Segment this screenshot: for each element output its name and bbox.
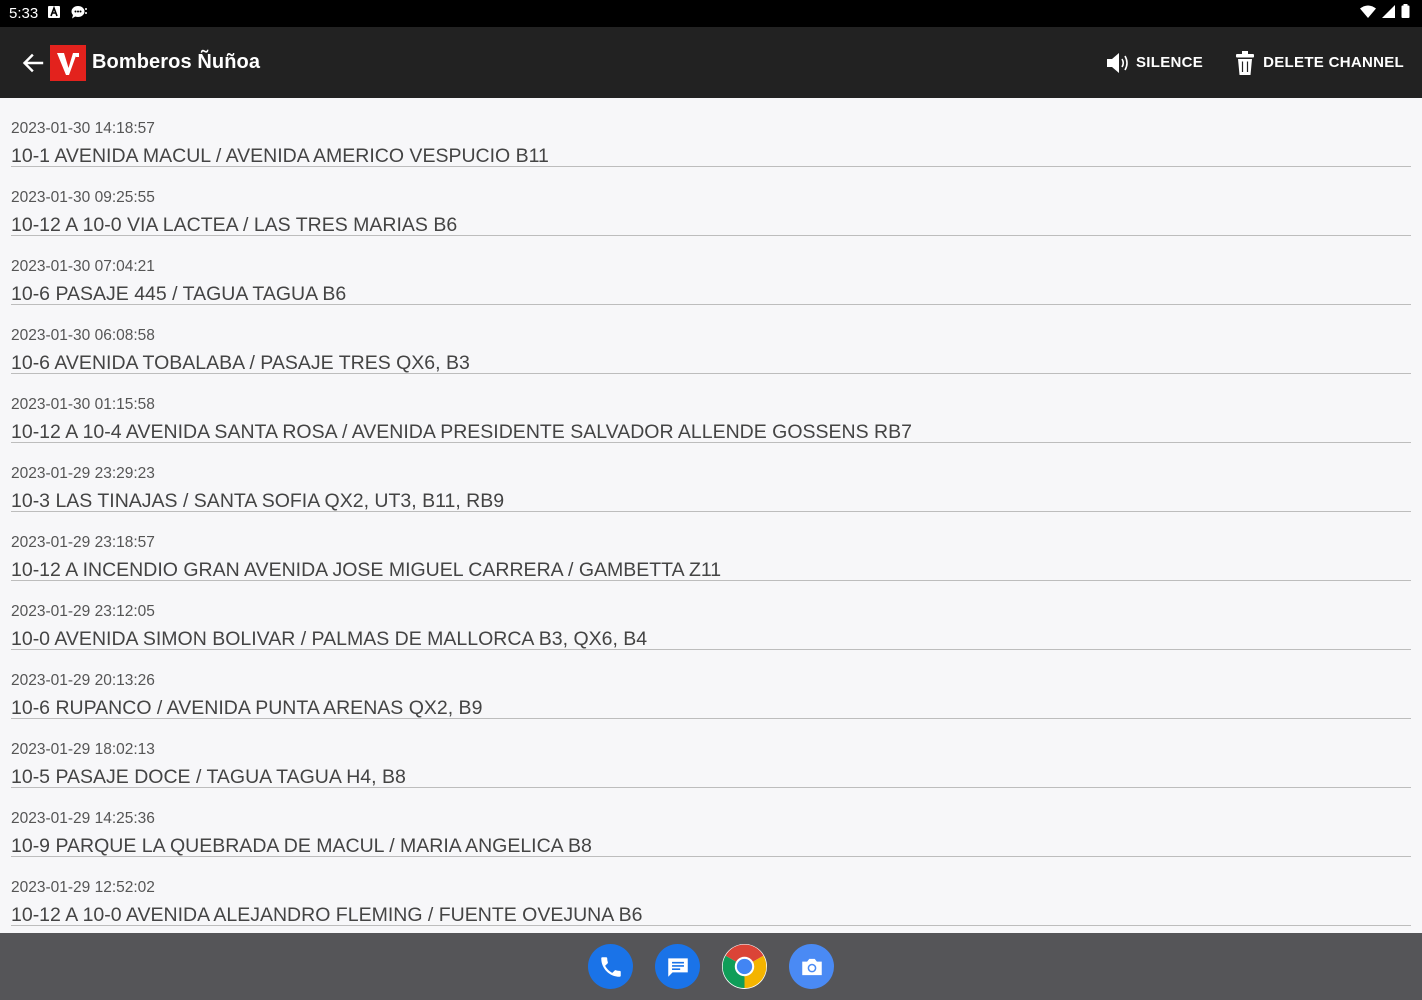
messages-app-button[interactable] xyxy=(655,944,700,989)
item-message: 10-9 PARQUE LA QUEBRADA DE MACUL / MARIA… xyxy=(11,835,592,857)
item-message: 10-3 LAS TINAJAS / SANTA SOFIA QX2, UT3,… xyxy=(11,490,505,512)
chat-notification-icon xyxy=(70,5,88,23)
list-item[interactable]: 2023-01-29 14:25:36 10-9 PARQUE LA QUEBR… xyxy=(11,788,1411,857)
item-message: 10-12 A 10-4 AVENIDA SANTA ROSA / AVENID… xyxy=(11,421,912,443)
list-item[interactable]: 2023-01-29 23:12:05 10-0 AVENIDA SIMON B… xyxy=(11,581,1411,650)
list-item[interactable]: 2023-01-29 23:18:57 10-12 A INCENDIO GRA… xyxy=(11,512,1411,581)
delete-channel-button[interactable]: DELETE CHANNEL xyxy=(1221,27,1422,98)
delete-channel-label: DELETE CHANNEL xyxy=(1263,54,1404,71)
cell-signal-icon xyxy=(1382,4,1395,23)
item-message: 10-12 A 10-0 AVENIDA ALEJANDRO FLEMING /… xyxy=(11,904,643,926)
item-message: 10-6 AVENIDA TOBALABA / PASAJE TRES QX6,… xyxy=(11,352,470,374)
list-item[interactable]: 2023-01-29 20:13:26 10-6 RUPANCO / AVENI… xyxy=(11,650,1411,719)
phone-app-button[interactable] xyxy=(588,944,633,989)
wifi-icon xyxy=(1360,5,1376,23)
chrome-app-button[interactable] xyxy=(722,944,767,989)
status-bar: 5:33 xyxy=(0,0,1422,27)
item-timestamp: 2023-01-30 14:18:57 xyxy=(11,120,155,137)
status-time: 5:33 xyxy=(9,5,39,22)
arrow-back-icon xyxy=(22,53,44,72)
item-timestamp: 2023-01-30 01:15:58 xyxy=(11,396,155,413)
status-right xyxy=(1360,4,1410,23)
app-logo xyxy=(50,44,86,81)
chrome-icon xyxy=(722,944,767,988)
list-item[interactable]: 2023-01-30 01:15:58 10-12 A 10-4 AVENIDA… xyxy=(11,374,1411,443)
phone-icon xyxy=(600,956,621,977)
battery-icon xyxy=(1401,4,1410,23)
item-message: 10-6 RUPANCO / AVENIDA PUNTA ARENAS QX2,… xyxy=(11,697,483,719)
item-timestamp: 2023-01-29 18:02:13 xyxy=(11,741,155,758)
list-item[interactable]: 2023-01-30 06:08:58 10-6 AVENIDA TOBALAB… xyxy=(11,305,1411,374)
toolbar-actions: SILENCE DELETE CHANNEL xyxy=(1092,27,1422,98)
item-message: 10-0 AVENIDA SIMON BOLIVAR / PALMAS DE M… xyxy=(11,628,648,650)
notification-a-icon xyxy=(47,5,61,23)
item-message: 10-12 A INCENDIO GRAN AVENIDA JOSE MIGUE… xyxy=(11,559,722,581)
list-item[interactable]: 2023-01-30 09:25:55 10-12 A 10-0 VIA LAC… xyxy=(11,167,1411,236)
trash-icon xyxy=(1236,50,1255,75)
item-timestamp: 2023-01-29 23:18:57 xyxy=(11,534,155,551)
status-left: 5:33 xyxy=(9,5,88,23)
camera-app-button[interactable] xyxy=(789,944,834,989)
item-timestamp: 2023-01-29 20:13:26 xyxy=(11,672,155,689)
list-item[interactable]: 2023-01-30 14:18:57 10-1 AVENIDA MACUL /… xyxy=(11,98,1411,167)
message-list[interactable]: 2023-01-30 14:18:57 10-1 AVENIDA MACUL /… xyxy=(0,98,1422,933)
app-bar: Bomberos Ñuñoa SILENCE DELETE CHANNEL xyxy=(0,27,1422,98)
messages-icon xyxy=(667,957,688,977)
item-timestamp: 2023-01-29 14:25:36 xyxy=(11,810,155,827)
item-message: 10-6 PASAJE 445 / TAGUA TAGUA B6 xyxy=(11,283,347,305)
item-timestamp: 2023-01-30 07:04:21 xyxy=(11,258,155,275)
silence-label: SILENCE xyxy=(1136,54,1204,71)
volume-icon xyxy=(1107,52,1128,73)
camera-icon xyxy=(801,958,822,975)
app-title: Bomberos Ñuñoa xyxy=(92,51,261,73)
item-timestamp: 2023-01-30 06:08:58 xyxy=(11,327,155,344)
item-timestamp: 2023-01-30 09:25:55 xyxy=(11,189,155,206)
silence-button[interactable]: SILENCE xyxy=(1092,27,1221,98)
list-item[interactable]: 2023-01-30 07:04:21 10-6 PASAJE 445 / TA… xyxy=(11,236,1411,305)
back-button[interactable] xyxy=(17,47,49,79)
list-item[interactable]: 2023-01-29 18:02:13 10-5 PASAJE DOCE / T… xyxy=(11,719,1411,788)
item-message: 10-12 A 10-0 VIA LACTEA / LAS TRES MARIA… xyxy=(11,214,458,236)
taskbar xyxy=(0,933,1422,1000)
item-timestamp: 2023-01-29 23:29:23 xyxy=(11,465,155,482)
list-item[interactable]: 2023-01-29 23:29:23 10-3 LAS TINAJAS / S… xyxy=(11,443,1411,512)
item-timestamp: 2023-01-29 12:52:02 xyxy=(11,879,155,896)
item-message: 10-1 AVENIDA MACUL / AVENIDA AMERICO VES… xyxy=(11,145,549,167)
item-message: 10-5 PASAJE DOCE / TAGUA TAGUA H4, B8 xyxy=(11,766,406,788)
item-timestamp: 2023-01-29 23:12:05 xyxy=(11,603,155,620)
list-item[interactable]: 2023-01-29 12:52:02 10-12 A 10-0 AVENIDA… xyxy=(11,857,1411,926)
